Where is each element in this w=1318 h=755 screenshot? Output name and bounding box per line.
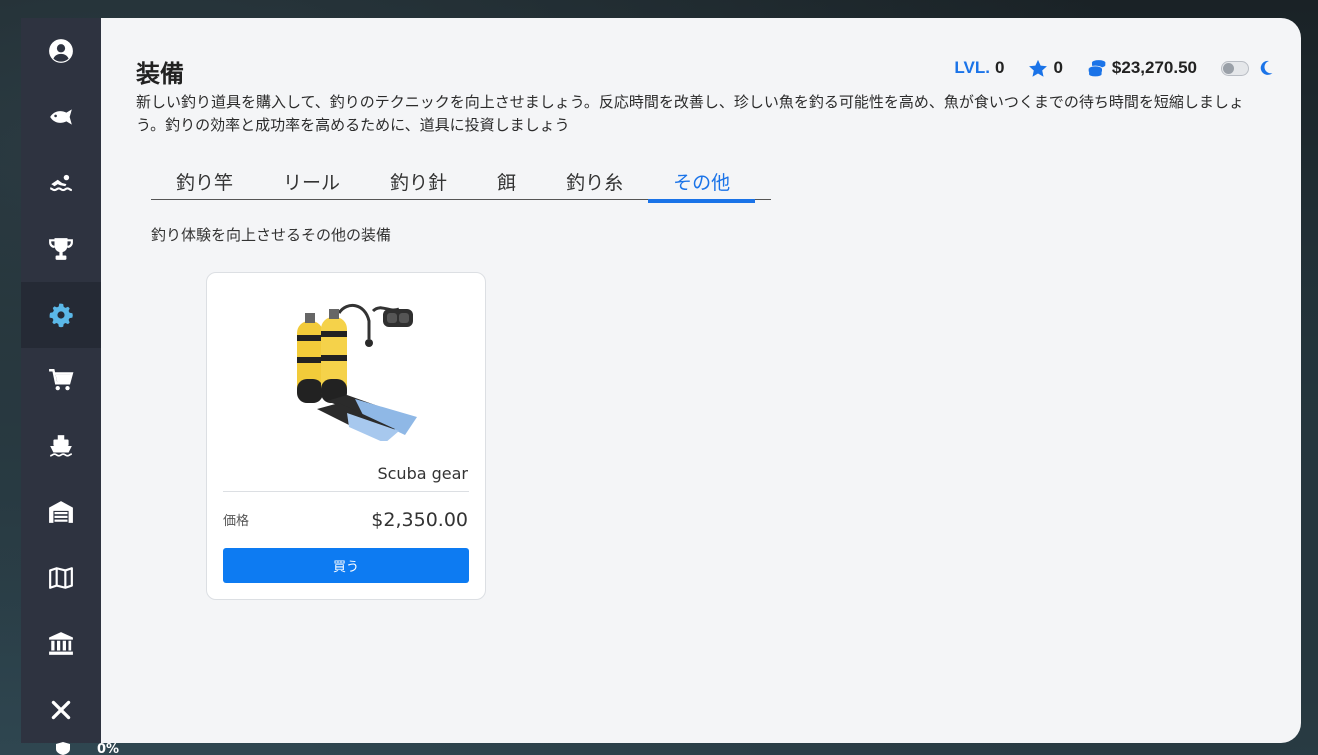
price-label: 価格 (223, 514, 250, 529)
moon-icon (1259, 60, 1273, 76)
warehouse-icon (49, 501, 73, 524)
sidebar-item-close[interactable] (21, 677, 101, 743)
main-panel: 装備 LVL. 0 0 $23,270.50 新しい釣り道具を購入して、釣りのテ… (101, 18, 1301, 743)
hud-value: 0% (97, 742, 120, 755)
swimmer-icon (50, 174, 72, 191)
tab-other[interactable]: その他 (648, 162, 756, 203)
sidebar-item-map[interactable] (21, 545, 101, 611)
level-stat: LVL. 0 (954, 58, 1004, 78)
sidebar-item-bank[interactable] (21, 611, 101, 677)
fish-icon (50, 109, 72, 125)
close-icon (51, 700, 71, 720)
sidebar-item-profile[interactable] (21, 18, 101, 84)
buy-button[interactable]: 買う (223, 548, 469, 583)
item-name: Scuba gear (377, 464, 468, 483)
user-circle-icon (49, 39, 73, 63)
coins-icon (1088, 59, 1106, 77)
star-icon (1029, 59, 1048, 77)
category-tabs: 釣り竿 リール 釣り針 餌 釣り糸 その他 (151, 162, 771, 203)
sidebar-item-equipment[interactable] (21, 281, 101, 348)
sidebar-item-shop[interactable] (21, 348, 101, 414)
player-stats: LVL. 0 0 $23,270.50 (930, 58, 1273, 78)
bottom-hud: 0% (55, 742, 119, 755)
price-value: $2,350.00 (371, 509, 468, 531)
sidebar-item-storage[interactable] (21, 479, 101, 545)
map-icon (49, 567, 73, 590)
equipment-window: 装備 LVL. 0 0 $23,270.50 新しい釣り道具を購入して、釣りのテ… (21, 18, 1301, 743)
money-stat: $23,270.50 (1087, 58, 1197, 78)
tab-rods[interactable]: 釣り竿 (151, 162, 258, 200)
tab-bait[interactable]: 餌 (472, 162, 541, 200)
trophy-icon (49, 237, 73, 260)
gear-icon (49, 303, 73, 327)
sidebar-item-boats[interactable] (21, 413, 101, 479)
level-value: 0 (994, 58, 1005, 77)
card-divider (223, 491, 469, 492)
sidebar (21, 18, 101, 743)
tab-lines[interactable]: 釣り糸 (541, 162, 648, 200)
money-value: $23,270.50 (1111, 58, 1197, 77)
sidebar-item-fishing[interactable] (21, 84, 101, 150)
item-card: Scuba gear 価格 $2,350.00 買う (206, 272, 486, 600)
scuba-gear-image (297, 304, 417, 441)
tab-reels[interactable]: リール (258, 162, 365, 200)
page-title: 装備 (136, 60, 184, 88)
theme-toggle[interactable] (1221, 60, 1249, 76)
cart-icon (49, 369, 74, 391)
stars-stat: 0 (1028, 58, 1063, 78)
sidebar-item-swimming[interactable] (21, 150, 101, 216)
ship-icon (50, 435, 72, 458)
sidebar-item-trophies[interactable] (21, 216, 101, 282)
level-label: LVL. (954, 58, 990, 77)
shield-icon (56, 742, 70, 755)
tab-hooks[interactable]: 釣り針 (365, 162, 472, 200)
page-description: 新しい釣り道具を購入して、釣りのテクニックを向上させましょう。反応時間を改善し、… (136, 93, 1244, 134)
toggle-knob (1223, 62, 1234, 74)
bank-icon (49, 632, 73, 655)
section-description: 釣り体験を向上させるその他の装備 (151, 226, 392, 244)
stars-value: 0 (1053, 58, 1063, 77)
